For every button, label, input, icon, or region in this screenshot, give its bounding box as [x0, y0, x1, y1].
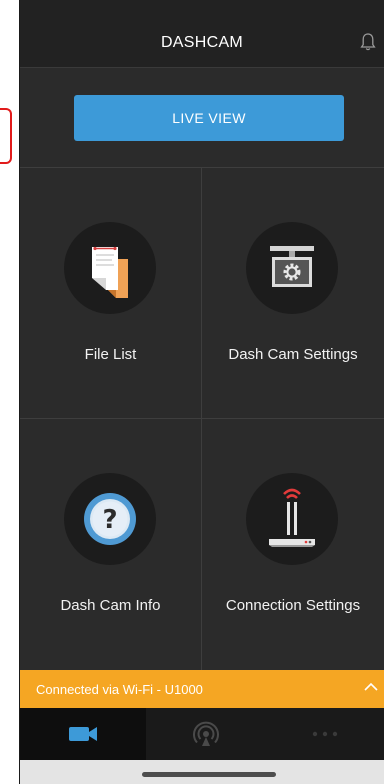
tab-camera[interactable] [20, 708, 146, 760]
connection-status-bar[interactable]: Connected via Wi-Fi - U1000 [20, 670, 384, 708]
dashcam-app: DASHCAM LIVE VIEW File List Dash Cam Set… [20, 0, 384, 784]
connection-status-text: Connected via Wi-Fi - U1000 [36, 682, 203, 697]
camera-icon [69, 727, 97, 741]
more-icon [312, 731, 338, 737]
page-title: DASHCAM [160, 34, 244, 51]
chevron-up-icon[interactable] [364, 682, 378, 692]
svg-text:?: ? [102, 505, 117, 535]
dash-cam-settings-label: Dash Cam Settings [228, 346, 358, 363]
menu-item-file-list[interactable]: File List [20, 168, 202, 419]
menu-item-connection-settings[interactable]: Connection Settings [202, 419, 384, 670]
connection-settings-icon-circle [246, 473, 338, 565]
dash-cam-info-icon-circle: ? [64, 473, 156, 565]
router-icon [269, 488, 315, 547]
home-indicator-area [20, 760, 384, 784]
tab-remote[interactable] [146, 708, 266, 760]
question-icon: ? [84, 493, 136, 545]
live-view-section: LIVE VIEW [20, 69, 384, 168]
file-list-icon-circle [64, 222, 156, 314]
menu-item-dash-cam-info[interactable]: ? Dash Cam Info [20, 419, 202, 670]
file-list-label: File List [84, 346, 137, 363]
home-indicator[interactable] [142, 772, 276, 777]
bell-icon[interactable] [360, 32, 376, 52]
tab-more[interactable] [266, 708, 384, 760]
connection-settings-label: Connection Settings [225, 597, 361, 614]
dash-cam-info-label: Dash Cam Info [60, 597, 161, 614]
left-edge-panel [0, 0, 20, 784]
signal-icon [193, 721, 219, 746]
dashcam-settings-icon [270, 246, 314, 287]
bottom-tab-bar [20, 708, 384, 760]
menu-grid: File List Dash Cam Settings ? Dash Cam I… [20, 168, 384, 670]
red-highlight-marker [0, 108, 12, 164]
menu-item-dash-cam-settings[interactable]: Dash Cam Settings [202, 168, 384, 419]
dashcam-settings-icon-circle [246, 222, 338, 314]
file-list-icon [92, 246, 128, 298]
app-header: DASHCAM [20, 0, 384, 68]
live-view-button[interactable]: LIVE VIEW [74, 95, 344, 141]
